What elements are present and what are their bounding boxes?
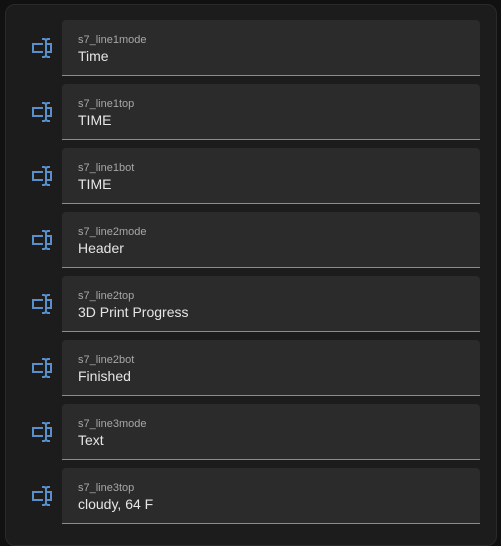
field-label: s7_line2bot [78,354,135,366]
field-label: s7_line3mode [78,418,147,430]
entities-card: s7_line1mode Time s7_line1top TIME s7_li… [5,4,497,546]
entity-row: s7_line3top cloudy, 64 F [6,468,496,524]
field-label: s7_line2top [78,290,135,302]
form-textbox-icon [30,100,54,124]
form-textbox-icon [30,356,54,380]
text-input-s7-line2bot[interactable]: s7_line2bot Finished [62,340,480,396]
field-value[interactable]: cloudy, 64 F [78,496,153,512]
form-textbox-icon [30,420,54,444]
form-textbox-icon [30,36,54,60]
form-textbox-icon [30,228,54,252]
entity-row: s7_line1mode Time [6,20,496,76]
form-textbox-icon [30,292,54,316]
field-label: s7_line2mode [78,226,147,238]
field-value[interactable]: TIME [78,112,111,128]
text-input-s7-line2top[interactable]: s7_line2top 3D Print Progress [62,276,480,332]
entity-row: s7_line1top TIME [6,84,496,140]
text-input-s7-line2mode[interactable]: s7_line2mode Header [62,212,480,268]
field-label: s7_line1mode [78,34,147,46]
field-value[interactable]: TIME [78,176,111,192]
field-value[interactable]: Header [78,240,124,256]
text-input-s7-line1bot[interactable]: s7_line1bot TIME [62,148,480,204]
text-input-s7-line3mode[interactable]: s7_line3mode Text [62,404,480,460]
form-textbox-icon [30,484,54,508]
text-input-s7-line1top[interactable]: s7_line1top TIME [62,84,480,140]
entity-row: s7_line2bot Finished [6,340,496,396]
field-value[interactable]: Text [78,432,104,448]
text-input-s7-line1mode[interactable]: s7_line1mode Time [62,20,480,76]
entity-row: s7_line3mode Text [6,404,496,460]
entity-row: s7_line2top 3D Print Progress [6,276,496,332]
field-label: s7_line1top [78,98,135,110]
field-value[interactable]: Finished [78,368,131,384]
entity-row: s7_line1bot TIME [6,148,496,204]
field-label: s7_line3top [78,482,135,494]
form-textbox-icon [30,164,54,188]
entity-row: s7_line2mode Header [6,212,496,268]
field-value[interactable]: Time [78,48,109,64]
text-input-s7-line3top[interactable]: s7_line3top cloudy, 64 F [62,468,480,524]
field-label: s7_line1bot [78,162,135,174]
field-value[interactable]: 3D Print Progress [78,304,188,320]
